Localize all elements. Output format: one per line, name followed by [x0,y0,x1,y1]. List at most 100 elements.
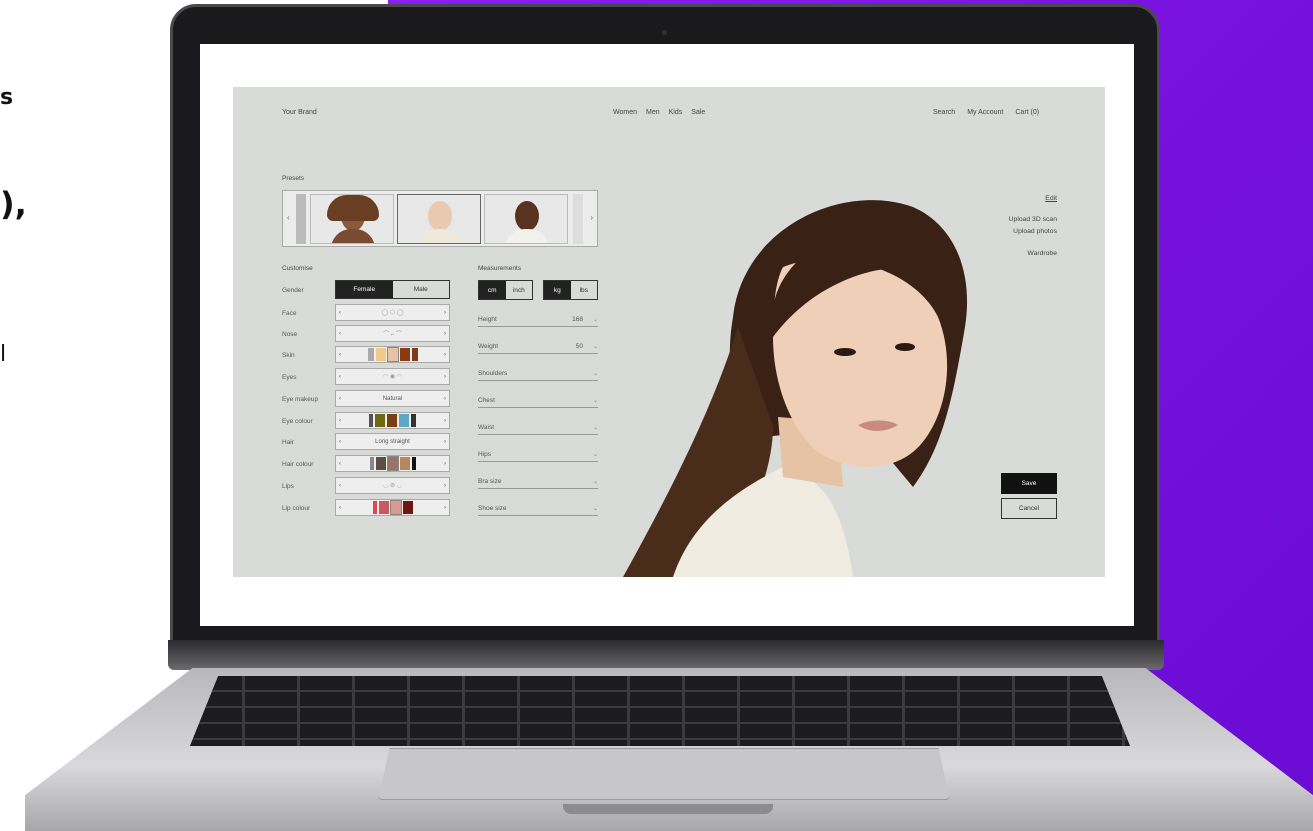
hair-colour-swatch-4[interactable] [399,457,410,470]
eye-colour-swatch-2[interactable] [375,414,385,427]
side-text-1: s [0,85,14,110]
measure-bra-size[interactable]: Bra size ⌄ [478,469,598,489]
length-unit-toggle: cm inch [478,280,533,300]
unit-cm[interactable]: cm [479,281,506,299]
hair-prev-icon[interactable]: ‹ [339,439,341,445]
weight-unit-toggle: kg lbs [543,280,598,300]
skin-swatch-2[interactable] [375,348,386,361]
skin-prev-icon[interactable]: ‹ [339,352,341,358]
unit-kg[interactable]: kg [544,281,571,299]
weight-label: Weight [478,343,499,350]
upload-3d-scan-link[interactable]: Upload 3D scan [1009,214,1057,227]
preset-1[interactable] [310,194,394,244]
eyes-next-icon[interactable]: › [444,374,446,380]
nav-my-account[interactable]: My Account [967,109,1003,116]
measure-shoulders[interactable]: Shoulders ⌄ [478,361,598,381]
avatar-left-eye [834,348,856,356]
eye-makeup-prev-icon[interactable]: ‹ [339,396,341,402]
eye-makeup-next-icon[interactable]: › [444,396,446,402]
unit-inch[interactable]: inch [506,281,533,299]
face-prev-icon[interactable]: ‹ [339,310,341,316]
brand-logo[interactable]: Your Brand [282,109,317,116]
save-button[interactable]: Save [1001,473,1057,494]
row-face-label: Face [282,309,297,317]
lip-colour-next-icon[interactable]: › [444,505,446,511]
customise-title: Customise [282,265,313,272]
hair-colour-swatch-3[interactable] [386,456,399,471]
lip-colour-prev-icon[interactable]: ‹ [339,505,341,511]
hair-colour-next-icon[interactable]: › [444,461,446,467]
nav-sale[interactable]: Sale [691,109,705,116]
eye-colour-swatch-1[interactable] [369,414,373,427]
lips-selector: ‹ ◡ ⊚ ◡ › [335,477,450,494]
skin-swatch-1[interactable] [367,348,374,361]
chevron-down-icon: ⌄ [592,506,598,512]
hair-value: Long straight [375,438,410,445]
hair-colour-prev-icon[interactable]: ‹ [339,461,341,467]
gender-male[interactable]: Male [393,281,450,298]
lip-colour-swatch-1[interactable] [372,501,377,514]
eyes-selector: ‹ ◠ ◉ ◠ › [335,368,450,385]
eye-colour-swatch-5[interactable] [411,414,416,427]
skin-next-icon[interactable]: › [444,352,446,358]
lip-colour-swatch-2[interactable] [378,501,389,514]
right-actions-spacer [1009,206,1057,214]
eye-shape-icons: ◠ ◉ ◠ [382,374,403,380]
eye-colour-swatch-3[interactable] [387,414,397,427]
presets-prev-icon[interactable]: ‹ [287,213,290,222]
preset-2-selected[interactable] [397,194,481,244]
chevron-down-icon: ⌄ [592,371,598,377]
side-text-3: l [0,342,7,367]
lip-colour-swatch-4[interactable] [402,501,413,514]
eye-colour-prev-icon[interactable]: ‹ [339,418,341,424]
face-next-icon[interactable]: › [444,310,446,316]
trackpad [378,748,950,800]
shoulders-label: Shoulders [478,370,508,377]
chevron-down-icon: ⌄ [592,344,598,350]
wardrobe-link[interactable]: Wardrobe [1009,248,1057,261]
hair-colour-swatch-5[interactable] [411,457,416,470]
keyboard [190,676,1130,746]
hair-next-icon[interactable]: › [444,439,446,445]
measure-chest[interactable]: Chest ⌄ [478,388,598,408]
nav-search[interactable]: Search [933,109,955,116]
presets-next-icon[interactable]: › [590,213,593,222]
nav-women[interactable]: Women [613,109,637,116]
stage: s ), l Your Brand Women Men Kids Sale Se… [0,0,1313,831]
measure-weight[interactable]: Weight 50 ⌄ [478,334,598,354]
skin-swatch-4[interactable] [399,348,410,361]
preset-3[interactable] [484,194,568,244]
eye-colour-next-icon[interactable]: › [444,418,446,424]
lip-colour-swatch-3[interactable] [389,500,402,515]
gender-female[interactable]: Female [336,281,393,298]
account-nav: Search My Account Cart (0) [933,109,1039,116]
eyes-prev-icon[interactable]: ‹ [339,374,341,380]
measure-waist[interactable]: Waist ⌄ [478,415,598,435]
nav-cart[interactable]: Cart (0) [1015,109,1039,116]
nav-kids[interactable]: Kids [669,109,683,116]
eye-colour-swatch-4[interactable] [399,414,409,427]
lip-colour-selector: ‹ › [335,499,450,516]
chest-label: Chest [478,397,495,404]
presets-carousel: ‹ › [282,190,598,247]
measure-height[interactable]: Height 168 ⌄ [478,307,598,327]
upload-photos-link[interactable]: Upload photos [1009,226,1057,239]
laptop-notch [563,804,773,814]
hair-colour-swatch-2[interactable] [375,457,386,470]
edit-link[interactable]: Edit [1009,193,1057,206]
cancel-button[interactable]: Cancel [1001,498,1057,519]
nose-prev-icon[interactable]: ‹ [339,331,341,337]
skin-swatch-3[interactable] [386,347,399,362]
hair-colour-swatch-1[interactable] [369,457,374,470]
skin-swatch-5[interactable] [411,348,418,361]
measure-shoe-size[interactable]: Shoe size ⌄ [478,496,598,516]
nav-men[interactable]: Men [646,109,660,116]
unit-lbs[interactable]: lbs [571,281,598,299]
nose-selector: ‹ ⌒ ⌐ ⌒ › [335,325,450,342]
side-text-2: ), [0,185,27,223]
measure-hips[interactable]: Hips ⌄ [478,442,598,462]
row-hair-label: Hair [282,438,294,446]
lips-next-icon[interactable]: › [444,483,446,489]
lips-prev-icon[interactable]: ‹ [339,483,341,489]
nose-next-icon[interactable]: › [444,331,446,337]
